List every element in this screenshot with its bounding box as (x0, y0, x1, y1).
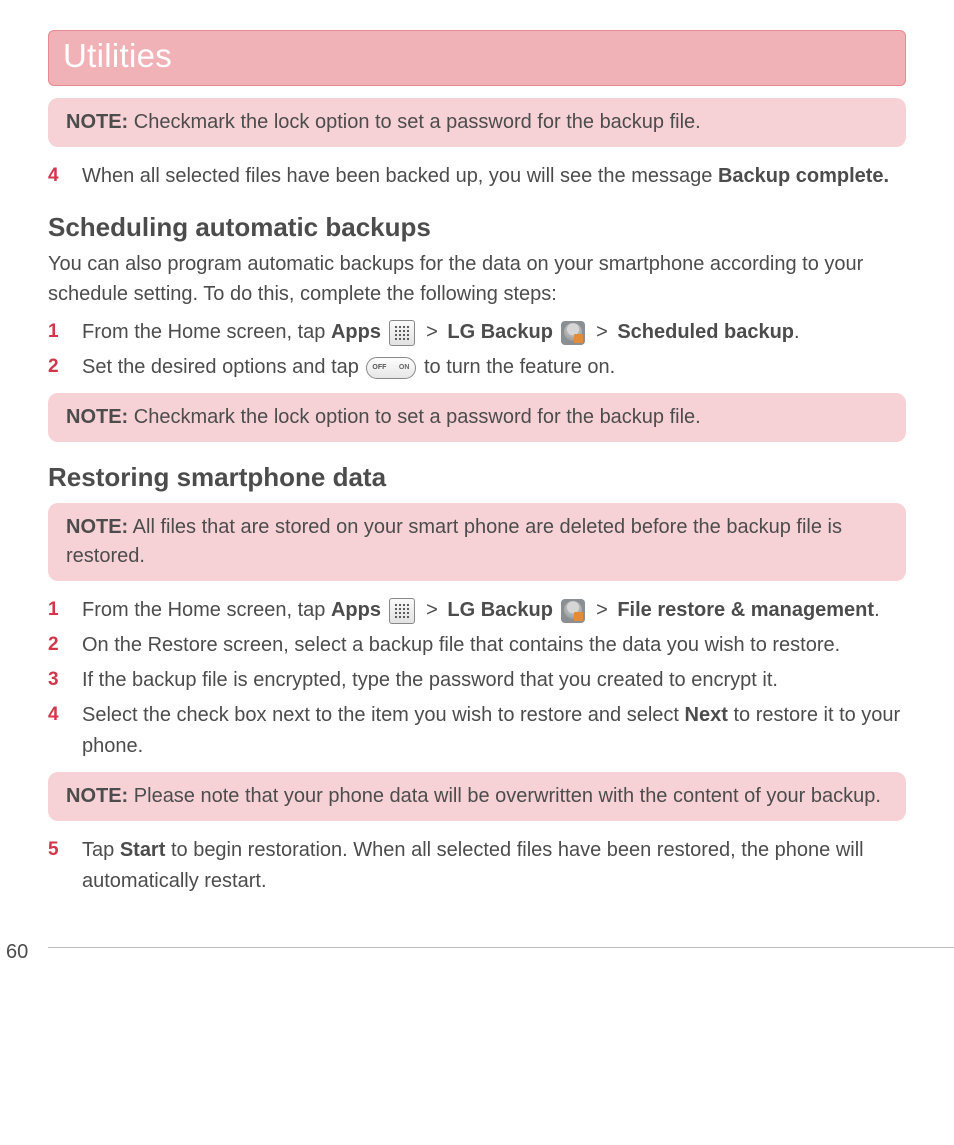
step-text: From the Home screen, tap (82, 599, 331, 621)
restore-step-1: 1 From the Home screen, tap Apps > LG Ba… (48, 595, 906, 626)
step-text: From the Home screen, tap (82, 321, 331, 343)
note-text: All files that are stored on your smart … (66, 516, 842, 567)
note-label: NOTE: (66, 111, 128, 133)
step-body: If the backup file is encrypted, type th… (82, 665, 906, 696)
lg-backup-label: LG Backup (447, 321, 553, 343)
note-text: Checkmark the lock option to set a passw… (134, 111, 701, 133)
step-text-bold: Backup complete. (718, 165, 889, 187)
note-label: NOTE: (66, 785, 128, 807)
step-text: Tap (82, 839, 120, 861)
note-label: NOTE: (66, 516, 128, 538)
step-number: 1 (48, 317, 82, 348)
restore-step-4: 4 Select the check box next to the item … (48, 700, 906, 762)
step-number: 2 (48, 630, 82, 661)
separator-gt: > (596, 321, 608, 343)
note-box-2: NOTE: Checkmark the lock option to set a… (48, 393, 906, 442)
step-body: From the Home screen, tap Apps > LG Back… (82, 317, 906, 348)
step-top-4: 4 When all selected files have been back… (48, 161, 906, 192)
step-number: 4 (48, 700, 82, 762)
heading-scheduling: Scheduling automatic backups (48, 212, 906, 243)
step-number: 5 (48, 835, 82, 897)
note-text: Checkmark the lock option to set a passw… (134, 406, 701, 428)
schedule-step-1: 1 From the Home screen, tap Apps > LG Ba… (48, 317, 906, 348)
period: . (874, 599, 880, 621)
step-text: to begin restoration. When all selected … (82, 839, 864, 892)
start-label: Start (120, 839, 166, 861)
section-header-bar: Utilities (48, 30, 906, 86)
note-box-1: NOTE: Checkmark the lock option to set a… (48, 98, 906, 147)
step-number: 1 (48, 595, 82, 626)
step-number: 3 (48, 665, 82, 696)
restore-step-3: 3 If the backup file is encrypted, type … (48, 665, 906, 696)
toggle-off-on-icon (366, 357, 416, 379)
step-body: Set the desired options and tap to turn … (82, 352, 906, 383)
apps-label: Apps (331, 321, 381, 343)
note-label: NOTE: (66, 406, 128, 428)
intro-scheduling: You can also program automatic backups f… (48, 249, 906, 309)
step-body: Select the check box next to the item yo… (82, 700, 906, 762)
page-footer: 60 (0, 947, 954, 948)
scheduled-backup-label: Scheduled backup (617, 321, 794, 343)
step-number: 2 (48, 352, 82, 383)
step-body: Tap Start to begin restoration. When all… (82, 835, 906, 897)
file-restore-label: File restore & management (617, 599, 874, 621)
step-text: If the backup file is encrypted, type th… (82, 669, 778, 691)
restore-step-5: 5 Tap Start to begin restoration. When a… (48, 835, 906, 897)
lg-backup-icon (561, 599, 585, 623)
apps-grid-icon (389, 598, 415, 624)
separator-gt: > (426, 599, 438, 621)
note-text: Please note that your phone data will be… (134, 785, 881, 807)
separator-gt: > (596, 599, 608, 621)
step-body: On the Restore screen, select a backup f… (82, 630, 906, 661)
step-body: From the Home screen, tap Apps > LG Back… (82, 595, 906, 626)
manual-page: Utilities NOTE: Checkmark the lock optio… (0, 0, 954, 921)
step-text: When all selected files have been backed… (82, 165, 718, 187)
separator-gt: > (426, 321, 438, 343)
footer-rule (48, 947, 954, 948)
step-text: Set the desired options and tap (82, 356, 364, 378)
restore-step-2: 2 On the Restore screen, select a backup… (48, 630, 906, 661)
schedule-step-2: 2 Set the desired options and tap to tur… (48, 352, 906, 383)
note-box-3: NOTE: All files that are stored on your … (48, 503, 906, 581)
period: . (794, 321, 800, 343)
step-text: to turn the feature on. (424, 356, 615, 378)
step-number: 4 (48, 161, 82, 192)
note-box-4: NOTE: Please note that your phone data w… (48, 772, 906, 821)
heading-restoring: Restoring smartphone data (48, 462, 906, 493)
step-text: Select the check box next to the item yo… (82, 704, 685, 726)
step-body: When all selected files have been backed… (82, 161, 906, 192)
lg-backup-icon (561, 321, 585, 345)
section-title: Utilities (63, 37, 891, 75)
step-text: On the Restore screen, select a backup f… (82, 634, 840, 656)
lg-backup-label: LG Backup (447, 599, 553, 621)
apps-label: Apps (331, 599, 381, 621)
page-number: 60 (6, 941, 32, 964)
next-label: Next (685, 704, 728, 726)
apps-grid-icon (389, 320, 415, 346)
